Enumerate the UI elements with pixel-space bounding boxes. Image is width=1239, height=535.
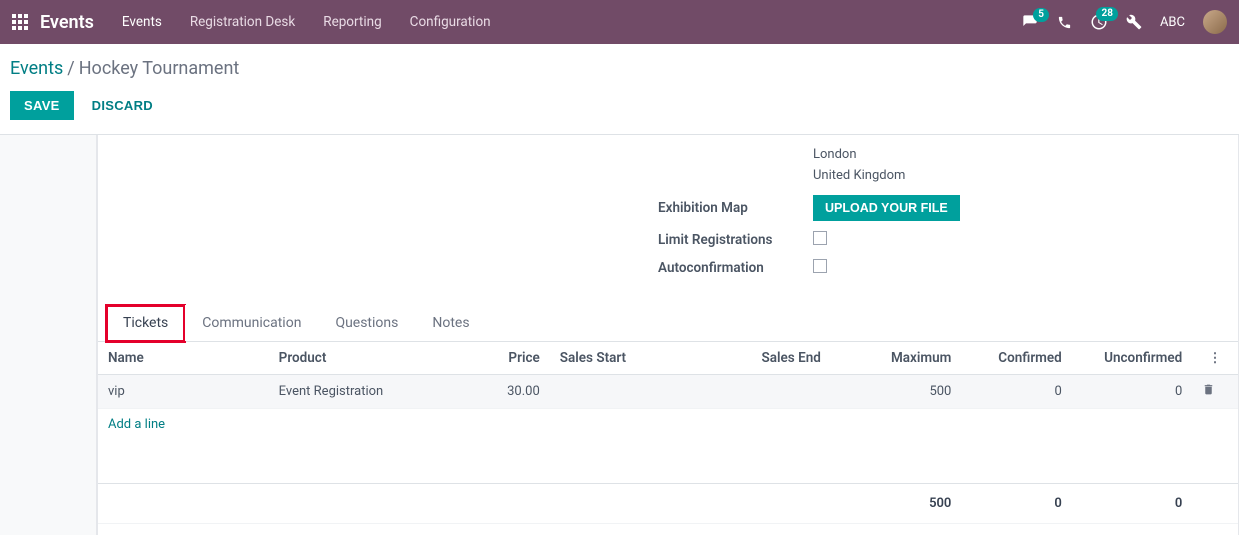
spacer-row xyxy=(98,440,1238,484)
nav-events[interactable]: Events xyxy=(122,14,162,30)
delete-row-icon[interactable] xyxy=(1202,385,1215,400)
address-block: London United Kingdom xyxy=(813,145,1218,187)
col-confirmed: Confirmed xyxy=(961,342,1071,375)
discard-button[interactable]: DISCARD xyxy=(92,98,153,113)
cell-confirmed[interactable]: 0 xyxy=(961,374,1071,408)
debug-icon[interactable] xyxy=(1126,14,1142,30)
breadcrumb-bar: Events/Hockey Tournament xyxy=(0,44,1239,87)
add-line-link[interactable]: Add a line xyxy=(98,409,175,440)
col-unconfirmed: Unconfirmed xyxy=(1072,342,1192,375)
cell-price[interactable]: 30.00 xyxy=(449,374,549,408)
total-confirmed: 0 xyxy=(961,484,1071,524)
row-exhibition-map: Exhibition Map UPLOAD YOUR FILE xyxy=(658,195,1218,221)
cell-name[interactable]: vip xyxy=(98,374,269,408)
user-initials[interactable]: ABC xyxy=(1160,15,1185,30)
label-limit-registrations: Limit Registrations xyxy=(658,232,813,248)
action-bar: SAVE DISCARD xyxy=(0,87,1239,134)
cell-maximum[interactable]: 500 xyxy=(831,374,962,408)
add-line-row: Add a line xyxy=(98,408,1238,440)
messages-icon[interactable]: 5 xyxy=(1021,14,1039,30)
breadcrumb-sep: / xyxy=(67,58,74,79)
save-button[interactable]: SAVE xyxy=(10,91,74,120)
apps-icon[interactable] xyxy=(12,14,28,30)
breadcrumb-current: Hockey Tournament xyxy=(79,58,240,79)
tab-questions[interactable]: Questions xyxy=(318,305,415,341)
avatar[interactable] xyxy=(1203,10,1227,34)
col-sales-end: Sales End xyxy=(690,342,831,375)
row-autoconfirmation: Autoconfirmation xyxy=(658,259,1218,277)
breadcrumb-root[interactable]: Events xyxy=(10,58,63,79)
tabs: Tickets Communication Questions Notes xyxy=(98,305,1238,342)
activities-icon[interactable]: 28 xyxy=(1090,13,1108,31)
nav-reporting[interactable]: Reporting xyxy=(323,14,381,30)
app-brand[interactable]: Events xyxy=(40,12,94,33)
col-maximum: Maximum xyxy=(831,342,962,375)
tab-tickets[interactable]: Tickets xyxy=(106,305,185,342)
table-row[interactable]: vip Event Registration 30.00 500 0 0 xyxy=(98,374,1238,408)
breadcrumb: Events/Hockey Tournament xyxy=(10,58,1229,79)
address-city: London xyxy=(813,145,1218,166)
nav-registration-desk[interactable]: Registration Desk xyxy=(190,14,295,30)
upload-file-button[interactable]: UPLOAD YOUR FILE xyxy=(813,195,960,221)
activities-badge: 28 xyxy=(1096,7,1117,21)
side-gutter xyxy=(0,135,97,535)
tab-notes[interactable]: Notes xyxy=(415,305,486,341)
col-name: Name xyxy=(98,342,269,375)
total-maximum: 500 xyxy=(831,484,962,524)
form-area: London United Kingdom Exhibition Map UPL… xyxy=(98,145,1238,305)
topbar-right: 5 28 ABC xyxy=(1021,10,1227,34)
messages-badge: 5 xyxy=(1033,8,1049,22)
row-limit-registrations: Limit Registrations xyxy=(658,231,1218,249)
tab-communication[interactable]: Communication xyxy=(185,305,318,341)
col-sales-start: Sales Start xyxy=(550,342,691,375)
label-autoconfirmation: Autoconfirmation xyxy=(658,260,813,276)
nav-configuration[interactable]: Configuration xyxy=(410,14,491,30)
cell-sales-start[interactable] xyxy=(550,374,691,408)
checkbox-autoconfirmation[interactable] xyxy=(813,259,827,273)
columns-menu-icon[interactable]: ⋮ xyxy=(1202,350,1228,366)
form-sheet: London United Kingdom Exhibition Map UPL… xyxy=(97,135,1239,535)
cell-sales-end[interactable] xyxy=(690,374,831,408)
phone-icon[interactable] xyxy=(1057,15,1072,30)
checkbox-limit-registrations[interactable] xyxy=(813,231,827,245)
main-wrap: London United Kingdom Exhibition Map UPL… xyxy=(0,134,1239,535)
total-unconfirmed: 0 xyxy=(1072,484,1192,524)
topbar: Events Events Registration Desk Reportin… xyxy=(0,0,1239,44)
cell-product[interactable]: Event Registration xyxy=(269,374,450,408)
label-exhibition-map: Exhibition Map xyxy=(658,200,813,216)
totals-row: 500 0 0 xyxy=(98,484,1238,524)
col-product: Product xyxy=(269,342,450,375)
tickets-table: Name Product Price Sales Start Sales End… xyxy=(98,342,1238,525)
address-country: United Kingdom xyxy=(813,166,1218,187)
cell-unconfirmed[interactable]: 0 xyxy=(1072,374,1192,408)
col-price: Price xyxy=(449,342,549,375)
